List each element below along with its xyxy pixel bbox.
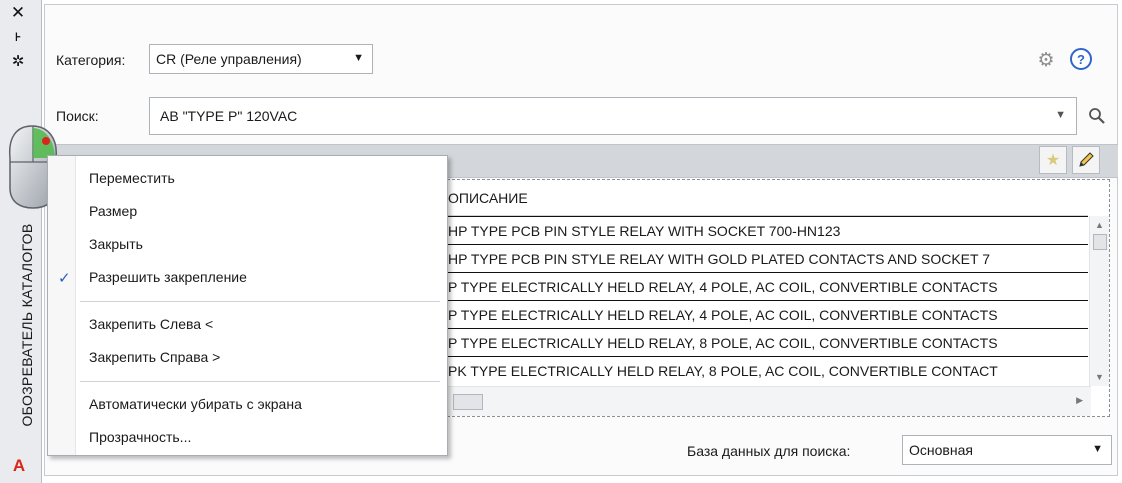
checkmark-icon: ✓ [58, 270, 71, 287]
row-description: HP TYPE PCB PIN STYLE RELAY WITH SOCKET … [448, 222, 841, 239]
help-icon[interactable]: ? [1070, 48, 1092, 70]
autohide-icon[interactable]: ⊦ [5, 26, 31, 48]
search-value: AB "TYPE P" 120VAC [160, 108, 298, 124]
menu-item-close[interactable]: Закрыть [89, 236, 143, 252]
row-description: P TYPE ELECTRICALLY HELD RELAY, 4 POLE, … [448, 306, 998, 323]
row-description: PK TYPE ELECTRICALLY HELD RELAY, 8 POLE,… [448, 362, 998, 379]
menu-item-allow-docking[interactable]: Разрешить закрепление [89, 269, 247, 285]
gear-icon[interactable]: ⚙ [1035, 49, 1057, 71]
database-label: База данных для поиска: [687, 443, 851, 459]
scroll-thumb[interactable] [453, 394, 483, 410]
menu-item-auto-hide[interactable]: Автоматически убирать с экрана [89, 396, 302, 412]
chevron-down-icon: ▼ [1092, 443, 1103, 455]
chevron-down-icon: ▼ [353, 52, 364, 64]
magnifier-icon[interactable] [1085, 104, 1109, 128]
menu-item-transparency[interactable]: Прозрачность... [89, 429, 191, 445]
context-menu: ✓ Переместить Размер Закрыть Разрешить з… [47, 155, 448, 456]
palette-strip: ✕ ⊦ ✲ ОБОЗРЕВАТЕЛЬ КАТАЛОГОВ A [0, 0, 42, 483]
search-input[interactable]: AB "TYPE P" 120VAC ▼ [149, 97, 1077, 135]
scroll-up-icon[interactable]: ▲ [1095, 220, 1104, 230]
menu-separator [80, 381, 440, 382]
palette-title-text: ОБОЗРЕВАТЕЛЬ КАТАЛОГОВ [19, 223, 35, 427]
scroll-right-icon[interactable]: ▶ [1076, 395, 1083, 406]
scroll-down-icon[interactable]: ▼ [1095, 372, 1104, 382]
menu-item-size[interactable]: Размер [89, 203, 137, 219]
category-label: Категория: [56, 52, 126, 68]
database-select[interactable]: Основная ▼ [902, 435, 1112, 465]
vertical-scrollbar[interactable]: ▲ ▼ [1089, 216, 1109, 386]
category-value: CR (Реле управления) [156, 51, 302, 67]
menu-item-dock-left[interactable]: Закрепить Слева < [89, 316, 213, 332]
row-description: P TYPE ELECTRICALLY HELD RELAY, 8 POLE, … [448, 334, 998, 351]
chevron-down-icon[interactable]: ▼ [1055, 109, 1066, 121]
database-value: Основная [909, 442, 973, 458]
row-description: P TYPE ELECTRICALLY HELD RELAY, 4 POLE, … [448, 278, 998, 295]
scroll-thumb[interactable] [1093, 234, 1107, 250]
close-icon[interactable]: ✕ [5, 2, 31, 24]
properties-icon[interactable]: ✲ [5, 50, 31, 72]
pencil-icon[interactable] [1072, 146, 1100, 174]
app-icon: A [12, 456, 26, 475]
category-select[interactable]: CR (Реле управления) ▼ [149, 44, 373, 74]
menu-item-move[interactable]: Переместить [89, 170, 175, 186]
palette-title[interactable]: ОБОЗРЕВАТЕЛЬ КАТАЛОГОВ [4, 200, 35, 450]
menu-gutter [48, 156, 76, 455]
row-description: HP TYPE PCB PIN STYLE RELAY WITH GOLD PL… [448, 250, 990, 267]
star-icon[interactable]: ★ [1039, 146, 1067, 174]
menu-separator [80, 301, 440, 302]
menu-item-dock-right[interactable]: Закрепить Справа > [89, 349, 220, 365]
